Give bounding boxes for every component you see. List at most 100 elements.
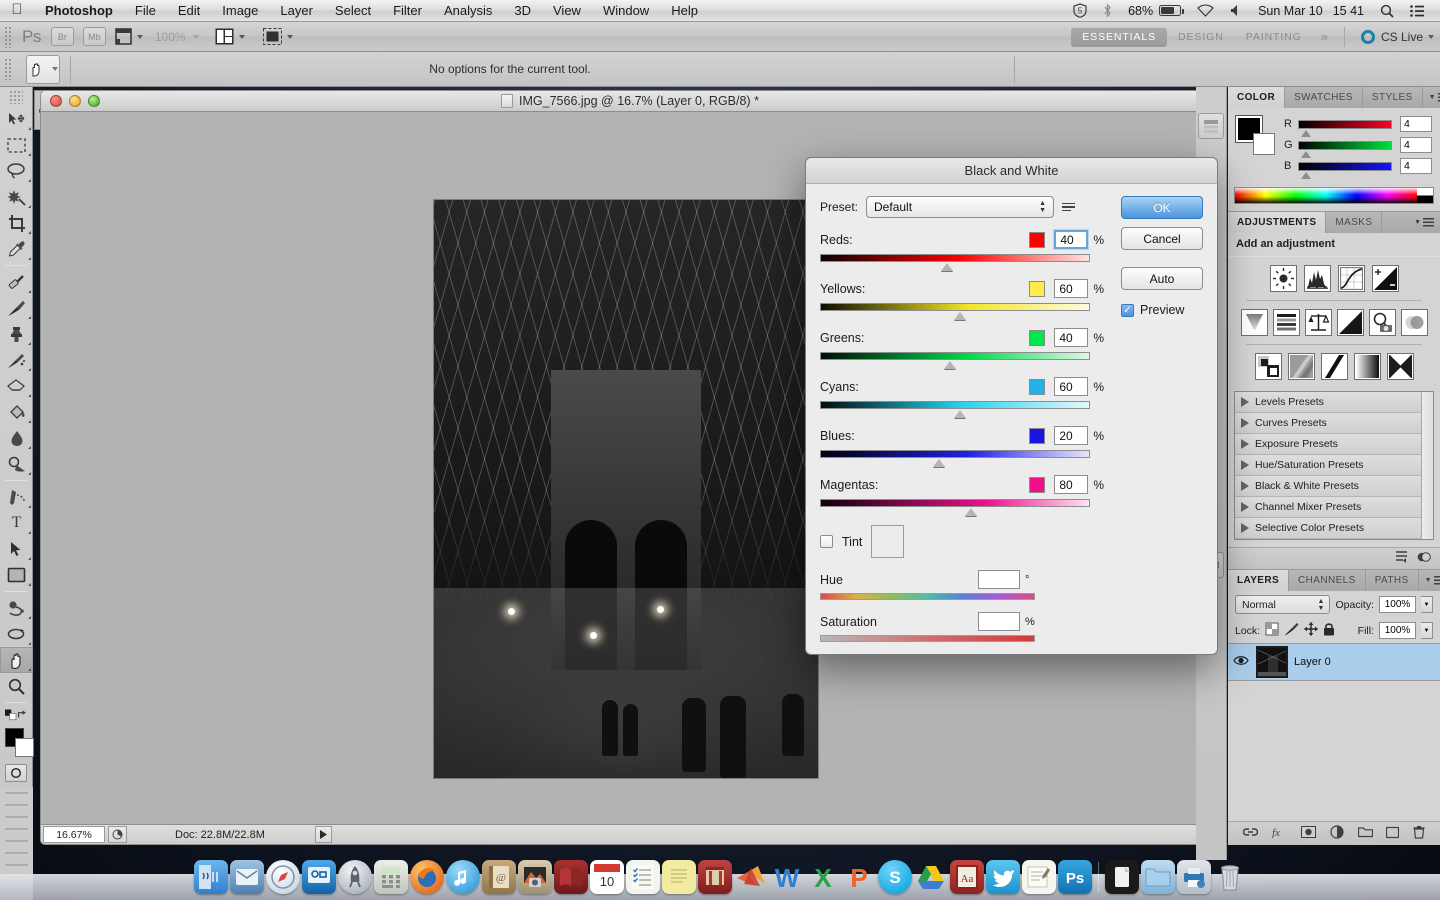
slider-track[interactable]: [820, 352, 1090, 369]
menu-3d[interactable]: 3D: [503, 0, 542, 22]
launch-bridge-button[interactable]: Br: [50, 27, 74, 46]
hue-track[interactable]: [820, 593, 1035, 600]
history-panel-icon[interactable]: [1198, 113, 1224, 139]
slider-track[interactable]: [820, 303, 1090, 320]
ok-button[interactable]: OK: [1121, 196, 1203, 219]
appbar-zoom-level[interactable]: 100%: [155, 30, 186, 44]
status-proxy-icon[interactable]: [108, 826, 127, 843]
color-panel-menu-button[interactable]: ▼: [1423, 87, 1440, 108]
slider-thumb[interactable]: [943, 361, 956, 369]
workspace-design[interactable]: DESIGN: [1167, 27, 1235, 47]
dock-safari-icon[interactable]: [265, 860, 300, 894]
pen-tool[interactable]: [0, 484, 33, 510]
preset-channel-mixer[interactable]: Channel Mixer Presets: [1235, 497, 1433, 518]
dock-itunes-icon[interactable]: [445, 860, 480, 894]
tab-channels[interactable]: CHANNELS: [1289, 570, 1366, 591]
color-balance-icon[interactable]: [1304, 309, 1332, 336]
layer-row-layer-0[interactable]: Layer 0: [1228, 643, 1440, 681]
status-menu-button[interactable]: [314, 826, 332, 843]
appbar-grip[interactable]: [4, 25, 13, 48]
image-canvas[interactable]: [434, 200, 818, 778]
preset-options-menu-icon[interactable]: [1062, 198, 1078, 216]
slider-value-field[interactable]: 80: [1054, 475, 1089, 494]
screen-mode-button[interactable]: [262, 28, 293, 45]
preset-levels[interactable]: Levels Presets: [1235, 392, 1433, 413]
dodge-tool[interactable]: [0, 451, 33, 477]
layers-panel-menu-button[interactable]: ▼: [1419, 570, 1440, 591]
brightness-contrast-icon[interactable]: [1269, 265, 1297, 292]
swap-colors-icon[interactable]: [17, 709, 27, 721]
dock-matlab-icon[interactable]: [734, 860, 768, 894]
new-adjustment-layer-icon[interactable]: [1330, 825, 1344, 842]
black-and-white-dialog[interactable]: Black and White Preset: Default ▲ ▼ Reds:: [805, 157, 1218, 655]
presets-scrollbar[interactable]: [1421, 392, 1433, 539]
menu-photoshop[interactable]: Photoshop: [34, 0, 124, 22]
channel-thumb-b[interactable]: [1301, 171, 1311, 179]
levels-icon[interactable]: [1303, 265, 1331, 292]
orbit-3d-tool[interactable]: [0, 621, 33, 647]
rectangular-marquee-tool[interactable]: [0, 132, 33, 158]
slider-thumb[interactable]: [954, 312, 967, 320]
workspace-painting[interactable]: PAINTING: [1235, 27, 1313, 47]
selective-color-icon[interactable]: [1386, 353, 1414, 380]
dock-document-stack-icon[interactable]: [1104, 860, 1139, 894]
vibrance-icon[interactable]: [1240, 309, 1268, 336]
slider-thumb[interactable]: [940, 263, 953, 271]
new-group-icon[interactable]: [1357, 826, 1373, 841]
clone-stamp-tool[interactable]: [0, 321, 33, 347]
delete-adjustment-layer-icon[interactable]: [1417, 550, 1431, 567]
slider-thumb[interactable]: [932, 459, 945, 467]
opacity-value[interactable]: 100%: [1379, 596, 1416, 613]
channel-value-g[interactable]: 4: [1400, 137, 1432, 153]
menu-help[interactable]: Help: [660, 0, 709, 22]
menu-filter[interactable]: Filter: [382, 0, 433, 22]
tab-swatches[interactable]: SWATCHES: [1285, 87, 1363, 108]
channel-value-r[interactable]: 4: [1400, 116, 1432, 132]
dock-launchpad-icon[interactable]: [337, 860, 372, 894]
preset-black-white[interactable]: Black & White Presets: [1235, 476, 1433, 497]
dock-printer-folder-icon[interactable]: [1176, 860, 1211, 894]
dock-google-drive-icon[interactable]: [914, 860, 948, 894]
cs-live-button[interactable]: CS Live: [1355, 29, 1434, 44]
slider-value-field[interactable]: 60: [1054, 279, 1089, 298]
tab-styles[interactable]: STYLES: [1363, 87, 1423, 108]
slider-thumb[interactable]: [965, 508, 978, 516]
photo-filter-icon[interactable]: [1368, 309, 1396, 336]
spotlight-search-icon[interactable]: [1372, 4, 1402, 18]
slider-thumb[interactable]: [954, 410, 967, 418]
move-tool[interactable]: [0, 106, 33, 132]
rectangle-shape-tool[interactable]: [0, 562, 33, 588]
rotate-3d-tool[interactable]: [0, 595, 33, 621]
eraser-tool[interactable]: [0, 373, 33, 399]
document-title-bar[interactable]: IMG_7566.jpg @ 16.7% (Layer 0, RGB/8) *: [40, 90, 1220, 112]
dock-downloads-folder-icon[interactable]: [1140, 860, 1175, 894]
preset-select[interactable]: Default ▲ ▼: [866, 196, 1055, 218]
layer-name[interactable]: Layer 0: [1294, 656, 1331, 668]
dock-stickies-icon[interactable]: [661, 860, 696, 894]
menu-window[interactable]: Window: [592, 0, 660, 22]
arrange-documents-button[interactable]: [215, 28, 245, 45]
slider-track[interactable]: [820, 450, 1090, 467]
channel-thumb-g[interactable]: [1301, 150, 1311, 158]
dock-reminders-icon[interactable]: [625, 860, 660, 894]
dock-photoshop-icon[interactable]: Ps: [1057, 860, 1092, 894]
channel-mixer-icon[interactable]: [1400, 309, 1428, 336]
lock-position-icon[interactable]: [1304, 622, 1319, 639]
layer-visibility-eye-icon[interactable]: [1232, 655, 1250, 669]
menu-layer[interactable]: Layer: [269, 0, 324, 22]
tab-masks[interactable]: MASKS: [1326, 212, 1383, 233]
dock-mail-icon[interactable]: [229, 860, 264, 894]
layer-thumbnail[interactable]: [1256, 646, 1288, 678]
posterize-icon[interactable]: [1287, 353, 1315, 380]
dock-powerpoint-icon[interactable]: P: [842, 860, 876, 894]
link-layers-icon[interactable]: [1242, 826, 1259, 841]
history-brush-tool[interactable]: [0, 347, 33, 373]
threshold-icon[interactable]: [1320, 353, 1348, 380]
view-extras-button[interactable]: [115, 28, 143, 45]
hue-saturation-icon[interactable]: [1272, 309, 1300, 336]
invert-icon[interactable]: [1254, 353, 1282, 380]
hand-tool[interactable]: [0, 647, 33, 673]
return-to-adjustment-list-icon[interactable]: [1394, 550, 1409, 567]
channel-value-b[interactable]: 4: [1400, 158, 1432, 174]
brush-tool[interactable]: [0, 295, 33, 321]
